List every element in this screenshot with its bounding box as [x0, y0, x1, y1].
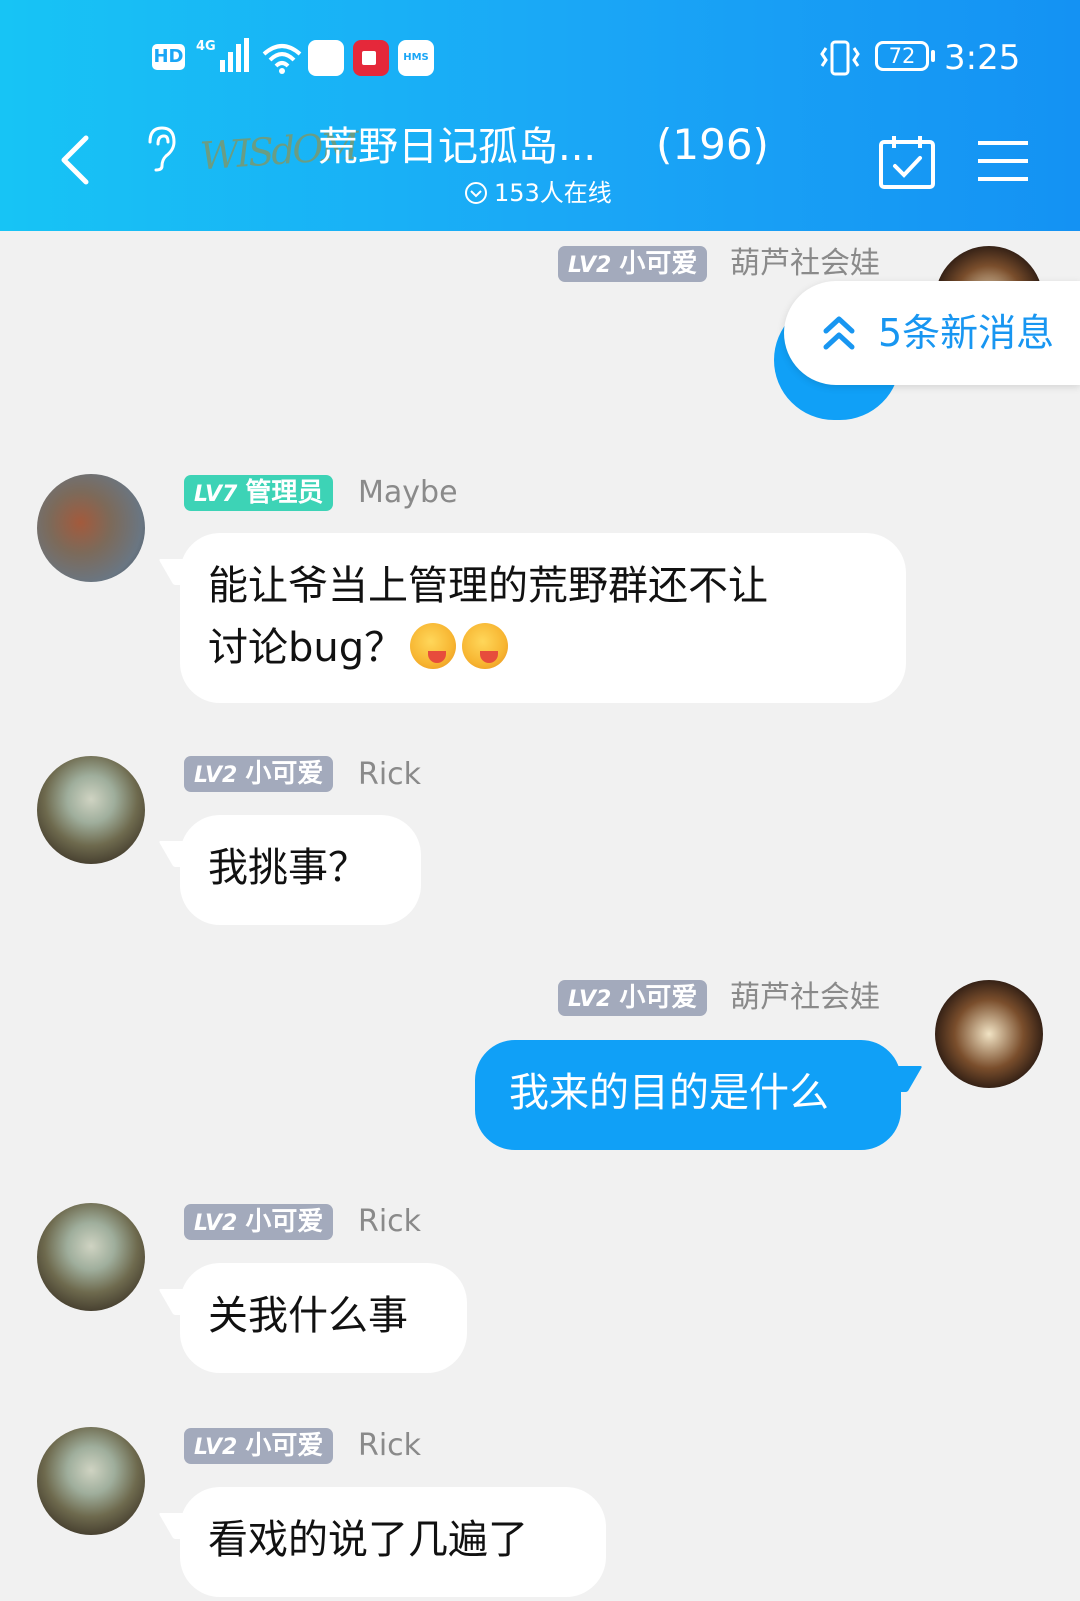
sender-name: 葫芦社会娃 — [730, 980, 880, 1015]
new-messages-button[interactable]: 5条新消息 — [784, 281, 1080, 385]
avatar[interactable] — [37, 474, 145, 582]
online-count-label: 153人在线 — [494, 179, 612, 207]
video-notification-icon — [353, 40, 389, 76]
avatar[interactable] — [935, 980, 1043, 1088]
new-messages-label: 5条新消息 — [878, 311, 1055, 355]
message-text: 我挑事？ — [208, 845, 368, 891]
message-bubble[interactable]: 我来的目的是什么 — [475, 1040, 901, 1150]
sender-name: Maybe — [358, 475, 458, 510]
message-bubble[interactable]: 关我什么事 — [180, 1263, 467, 1373]
hd-indicator: HD — [152, 44, 185, 70]
level-badge: LV2 小可爱 — [184, 1204, 334, 1240]
message-bubble[interactable]: 我挑事？ — [180, 815, 421, 925]
cellular-signal-icon: 4G — [196, 38, 249, 72]
sender-name: 葫芦社会娃 — [730, 246, 880, 281]
message-text: 关我什么事 — [208, 1293, 408, 1339]
menu-icon[interactable] — [978, 138, 1028, 184]
vibrate-icon — [820, 40, 860, 76]
status-bar: HD 4G HMS 72 3:25 — [0, 36, 1080, 88]
level-badge: LV7 管理员 — [184, 475, 334, 511]
sender-name: Rick — [358, 1428, 422, 1463]
message-text-line: 能让爷当上管理的荒野群还不让 — [208, 563, 768, 609]
group-title[interactable]: 荒野日记孤岛... — [318, 119, 596, 175]
online-count: 153人在线 — [464, 175, 612, 211]
avatar[interactable] — [37, 1427, 145, 1535]
member-count: (196) — [656, 120, 769, 169]
battery-indicator: 72 — [875, 41, 935, 71]
network-type: 4G — [196, 39, 216, 54]
message-text: 看戏的说了几遍了 — [208, 1517, 528, 1563]
app-notification-icon — [308, 40, 344, 76]
wifi-icon — [262, 44, 302, 74]
calendar-checkin-icon[interactable] — [878, 134, 936, 190]
yummy-emoji-icon — [410, 623, 457, 669]
sender-name: Rick — [358, 757, 422, 792]
online-icon — [465, 182, 487, 204]
hms-icon: HMS — [398, 40, 434, 76]
double-chevron-up-icon — [823, 316, 855, 350]
level-badge: LV2 小可爱 — [184, 1428, 334, 1464]
sender-name: Rick — [358, 1204, 422, 1239]
yummy-emoji-icon — [462, 623, 509, 669]
clock: 3:25 — [944, 38, 1021, 78]
message-bubble[interactable]: 能让爷当上管理的荒野群还不让 讨论bug？ — [180, 533, 906, 703]
level-badge: LV2 小可爱 — [558, 980, 708, 1016]
back-button[interactable] — [52, 130, 102, 190]
message-text-line: 讨论bug？ — [208, 617, 878, 679]
message-bubble[interactable]: 看戏的说了几遍了 — [180, 1487, 606, 1597]
avatar[interactable] — [37, 756, 145, 864]
level-badge: LV2 小可爱 — [558, 246, 708, 282]
avatar[interactable] — [37, 1203, 145, 1311]
ear-icon — [148, 126, 176, 172]
chat-header: HD 4G HMS 72 3:25 WISdOM 荒野日记孤岛... (196)… — [0, 0, 1080, 231]
message-text: 我来的目的是什么 — [509, 1070, 829, 1116]
level-badge: LV2 小可爱 — [184, 756, 334, 792]
